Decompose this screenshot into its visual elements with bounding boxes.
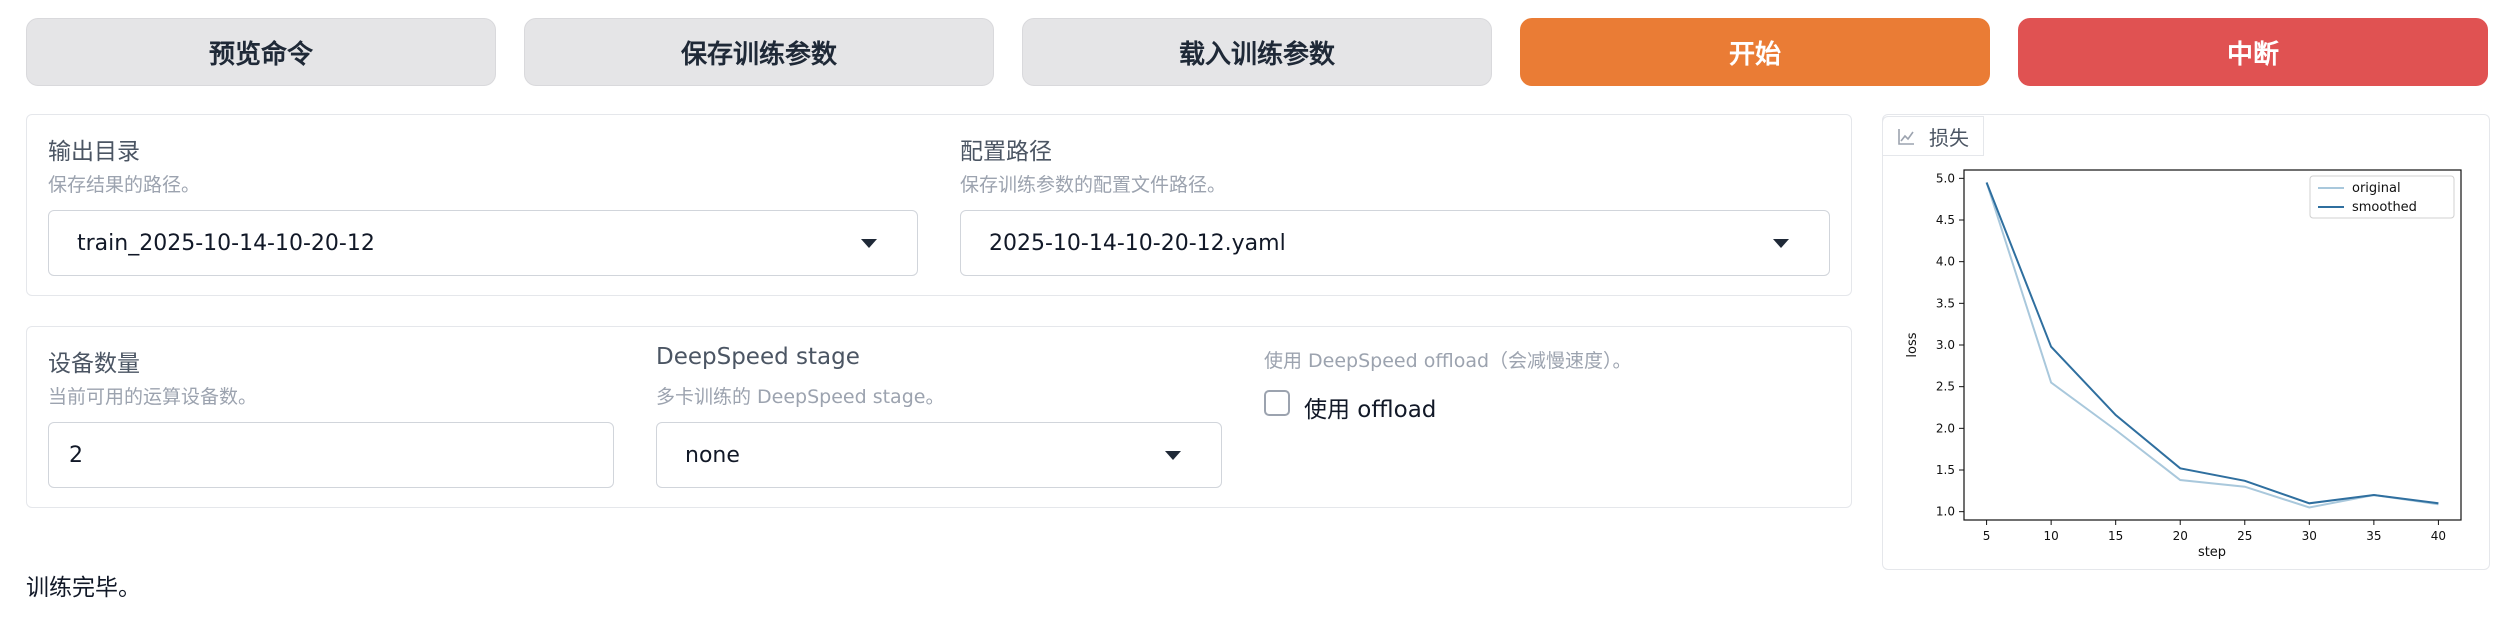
ds-offload-label[interactable]: 使用 offload — [1304, 390, 1436, 424]
y-tick-label: 2.5 — [1936, 380, 1955, 394]
device-count-info: 当前可用的运算设备数。 — [48, 386, 258, 408]
x-tick-label: 20 — [2173, 529, 2188, 543]
chart-icon — [1897, 127, 1915, 145]
save-args-button[interactable]: 保存训练参数 — [524, 18, 994, 86]
x-tick-label: 15 — [2108, 529, 2123, 543]
loss-chart: 1.0 1.5 2.0 2.5 3.0 3.5 4.0 4.5 5.0 5 10 15 20 25 30 3… — [1905, 169, 2462, 560]
output-dir-dropdown[interactable]: train_2025-10-14-10-20-12 — [48, 210, 918, 276]
chevron-down-icon — [861, 238, 877, 248]
load-args-button[interactable]: 载入训练参数 — [1022, 18, 1492, 86]
preview-command-button[interactable]: 预览命令 — [26, 18, 496, 86]
plot-tab-label: 损失 — [1929, 125, 1969, 150]
x-tick-label: 25 — [2237, 529, 2252, 543]
y-tick-label: 3.5 — [1936, 296, 1955, 310]
x-tick-label: 10 — [2043, 529, 2058, 543]
chevron-down-icon — [1773, 238, 1789, 248]
ds-stage-value: none — [685, 442, 740, 468]
y-tick-label: 1.0 — [1936, 505, 1955, 519]
y-axis-label: loss — [1905, 332, 1920, 357]
config-path-value: 2025-10-14-10-20-12.yaml — [989, 230, 1286, 256]
y-tick-label: 3.0 — [1936, 338, 1955, 352]
output-dir-label: 输出目录 — [48, 139, 140, 165]
y-tick-label: 5.0 — [1936, 171, 1955, 185]
abort-button[interactable]: 中断 — [2018, 18, 2488, 86]
legend-smoothed: smoothed — [2352, 200, 2417, 215]
y-tick-label: 1.5 — [1936, 463, 1955, 477]
chevron-down-icon — [1165, 450, 1181, 460]
x-tick-label: 40 — [2431, 529, 2446, 543]
device-count-value: 2 — [69, 442, 83, 468]
legend: original smoothed — [2309, 175, 2455, 219]
x-axis-label: step — [2198, 545, 2226, 560]
config-path-label: 配置路径 — [960, 139, 1052, 165]
ds-offload-checkbox[interactable] — [1264, 390, 1290, 416]
device-count-input[interactable]: 2 — [48, 422, 614, 488]
device-count-label: 设备数量 — [48, 351, 140, 377]
config-path-dropdown[interactable]: 2025-10-14-10-20-12.yaml — [960, 210, 1830, 276]
ds-offload-info: 使用 DeepSpeed offload（会减慢速度）。 — [1264, 350, 1632, 372]
ds-stage-label: DeepSpeed stage — [656, 344, 860, 370]
y-tick-label: 4.0 — [1936, 255, 1955, 269]
y-tick-label: 4.5 — [1936, 213, 1955, 227]
x-tick-label: 30 — [2302, 529, 2317, 543]
plot-tab: 损失 — [1882, 116, 1984, 156]
output-dir-info: 保存结果的路径。 — [48, 174, 201, 196]
ds-stage-info: 多卡训练的 DeepSpeed stage。 — [656, 386, 945, 408]
y-tick-label: 2.0 — [1936, 421, 1955, 435]
output-dir-value: train_2025-10-14-10-20-12 — [77, 230, 375, 256]
legend-original: original — [2352, 181, 2401, 196]
x-tick-label: 5 — [1983, 529, 1991, 543]
ds-stage-dropdown[interactable]: none — [656, 422, 1222, 488]
start-button[interactable]: 开始 — [1520, 18, 1990, 86]
status-text: 训练完毕。 — [26, 575, 141, 601]
config-path-info: 保存训练参数的配置文件路径。 — [960, 174, 1227, 196]
x-tick-label: 35 — [2366, 529, 2381, 543]
